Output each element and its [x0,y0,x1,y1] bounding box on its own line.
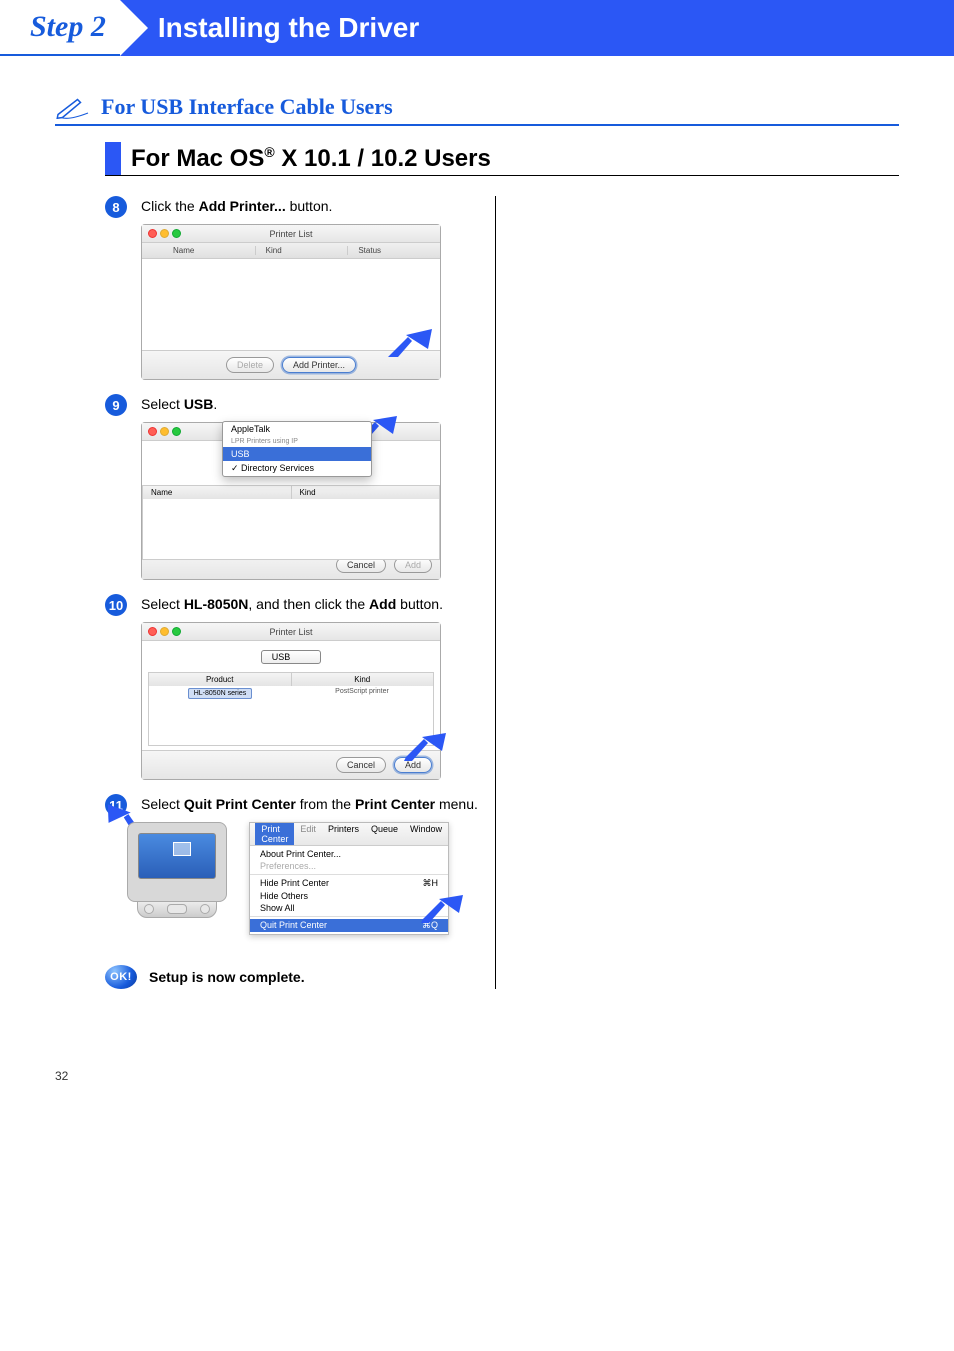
section-heading: For USB Interface Cable Users [55,94,899,120]
subheading-block: For Mac OS® X 10.1 / 10.2 Users [105,142,899,176]
col-kind: Kind [256,246,349,255]
option-lpr[interactable]: LPR Printers using IP [223,436,371,447]
step-11: 11 Select Quit Print Center from the Pri… [105,794,485,935]
step-10-post: button. [396,596,443,612]
subheading: For Mac OS® X 10.1 / 10.2 Users [131,142,491,175]
step-title: Installing the Driver [148,0,954,56]
column-divider [495,196,496,989]
step-10-mid: , and then click the [248,596,369,612]
col-name: Name [143,486,292,499]
col-kind: Kind [292,673,434,686]
col-name: Name [163,246,256,255]
menu-item-hide-print-center[interactable]: Hide Print Center ⌘H [250,877,448,890]
step-header: Step 2 Installing the Driver [0,0,954,56]
menu-window[interactable]: Window [404,823,448,845]
subheading-suffix: X 10.1 / 10.2 Users [275,145,491,172]
menu-item-hide-others-label: Hide Others [260,891,308,901]
step-8-number: 8 [105,196,127,218]
subheading-bar [105,142,121,175]
step-9-post: . [213,396,217,412]
step-11-text: Select Quit Print Center from the Print … [141,794,485,814]
usb-select[interactable]: USB [261,650,322,664]
menu-item-preferences-label: Preferences... [260,861,316,871]
step-8-bold: Add Printer... [199,198,286,214]
connection-dropdown[interactable]: AppleTalk LPR Printers using IP USB ✓ Di… [222,421,372,477]
menu-printers[interactable]: Printers [322,823,365,845]
step-number-label: Step 2 [0,0,120,56]
step-8-post: button. [286,198,333,214]
menu-item-show-all-label: Show All [260,903,295,913]
menu-queue[interactable]: Queue [365,823,404,845]
menu-item-preferences: Preferences... [250,860,448,872]
window-title: Printer List [142,229,440,239]
menu-item-about[interactable]: About Print Center... [250,848,448,860]
step-10: 10 Select HL-8050N, and then click the A… [105,594,485,780]
page-number: 32 [0,1069,954,1083]
step-9: 9 Select USB. AppleTalk LPR Printers [105,394,485,580]
window-title: Printer List [142,627,440,637]
step-8: 8 Click the Add Printer... button. Print… [105,196,485,380]
step-10-bold1: HL-8050N [184,596,249,612]
setup-complete-row: OK! Setup is now complete. [105,965,485,989]
menu-print-center[interactable]: Print Center [255,823,294,845]
ok-badge-icon: OK! [105,965,137,989]
left-column: 8 Click the Add Printer... button. Print… [105,196,495,989]
window-traffic-lights [148,627,181,636]
option-directory-services[interactable]: ✓ Directory Services [223,461,371,476]
step-11-bold1: Quit Print Center [184,796,296,812]
step-8-pre: Click the [141,198,199,214]
step-8-text: Click the Add Printer... button. [141,196,485,216]
col-product: Product [149,673,292,686]
printer-list-row[interactable]: HL-8050N series PostScript printer [149,686,433,699]
menu-item-quit-label: Quit Print Center [260,920,327,931]
pen-writing-icon [55,95,91,119]
step-9-text: Select USB. [141,394,485,414]
window-traffic-lights [148,229,181,238]
section-heading-text: For USB Interface Cable Users [101,94,393,120]
col-kind: Kind [292,486,440,499]
setup-complete-text: Setup is now complete. [149,969,305,985]
option-appletalk[interactable]: AppleTalk [223,422,371,436]
step-10-text: Select HL-8050N, and then click the Add … [141,594,485,614]
subheading-prefix: For Mac OS [131,145,264,172]
monitor-illustration [119,822,235,918]
delete-button[interactable]: Delete [226,357,274,373]
section-underline [55,124,899,126]
menu-item-hide-pc-label: Hide Print Center [260,878,329,889]
arrow-pointer-icon [402,733,446,761]
screenshot-select-hl8050n: Printer List USB Product Kind HL-8050N s… [141,622,441,780]
window-traffic-lights [148,427,181,436]
step-10-bold2: Add [369,596,396,612]
menu-item-hide-pc-shortcut: ⌘H [423,878,439,889]
step-9-number: 9 [105,394,127,416]
step-10-number: 10 [105,594,127,616]
cancel-button[interactable]: Cancel [336,757,386,773]
step-11-pre: Select [141,796,184,812]
step-11-mid: from the [296,796,355,812]
option-usb[interactable]: USB [223,447,371,461]
step-10-pre: Select [141,596,184,612]
screenshot-select-usb: AppleTalk LPR Printers using IP USB ✓ Di… [141,422,441,580]
step-arrow [120,0,148,56]
step-9-pre: Select [141,396,184,412]
step-11-bold2: Print Center [355,796,435,812]
row-product: HL-8050N series [188,688,253,699]
screenshot-printer-list-empty: Printer List Name Kind Status Delete Add… [141,224,441,380]
col-status: Status [348,246,440,255]
row-kind: PostScript printer [291,686,433,699]
subheading-reg: ® [264,144,274,160]
arrow-pointer-icon [419,895,463,923]
add-printer-button[interactable]: Add Printer... [282,357,356,373]
step-11-post: menu. [435,796,478,812]
menu-edit[interactable]: Edit [294,823,322,845]
arrow-pointer-icon [388,329,432,357]
menu-item-about-label: About Print Center... [260,849,341,859]
step-9-bold: USB [184,396,214,412]
